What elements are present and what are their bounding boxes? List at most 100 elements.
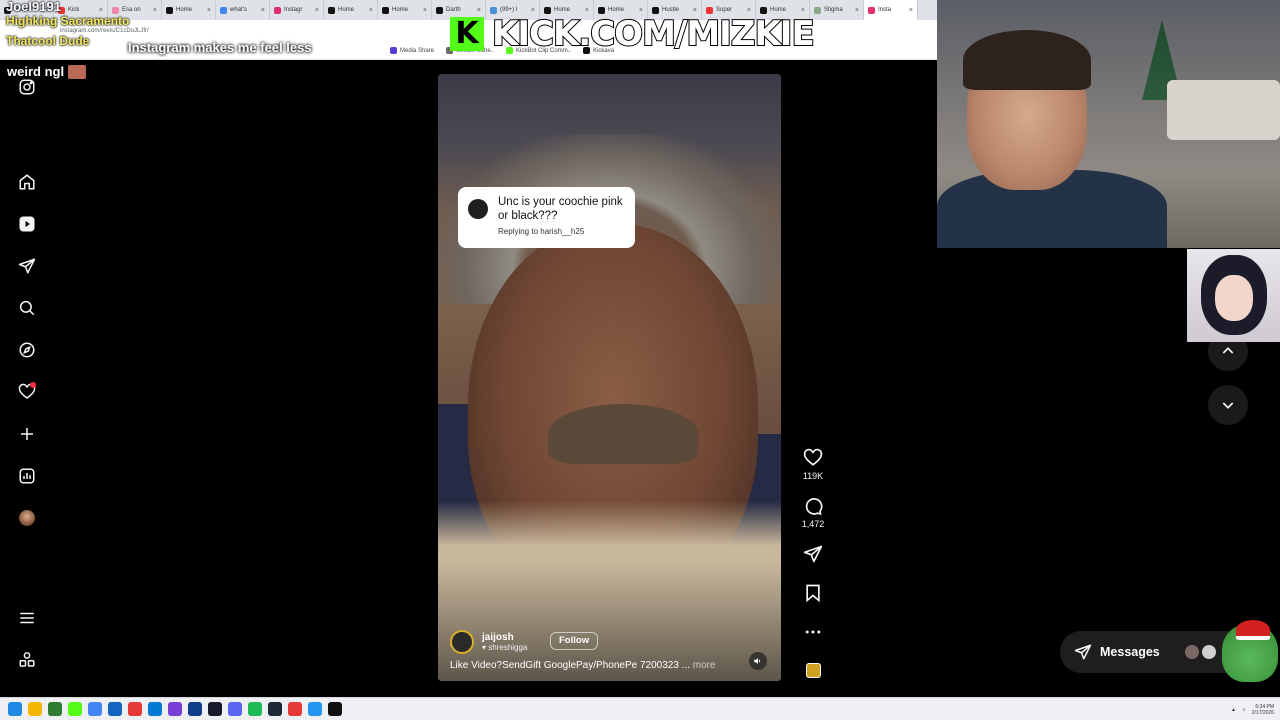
close-tab-icon[interactable]: ×	[801, 7, 805, 14]
browser-tab[interactable]: Home ×	[162, 0, 216, 20]
messages-label: Messages	[1100, 645, 1160, 659]
close-tab-icon[interactable]: ×	[315, 7, 319, 14]
more-icon[interactable]	[803, 622, 823, 642]
author-avatar[interactable]	[450, 630, 474, 654]
close-tab-icon[interactable]: ×	[477, 7, 481, 14]
close-tab-icon[interactable]: ×	[261, 7, 265, 14]
browser-tab[interactable]: Stigma ×	[810, 0, 864, 20]
close-tab-icon[interactable]: ×	[423, 7, 427, 14]
tab-favicon-icon	[652, 6, 659, 14]
kick-logo-icon: K	[450, 17, 484, 51]
video-frame-mustache	[548, 404, 698, 464]
browser-tab[interactable]: what's ×	[216, 0, 270, 20]
save-action[interactable]	[796, 583, 830, 603]
close-tab-icon[interactable]: ×	[369, 7, 373, 14]
next-reel-button[interactable]	[1208, 385, 1248, 425]
heart-icon[interactable]	[16, 381, 38, 403]
taskbar-app-icon[interactable]	[68, 702, 82, 716]
browser-tab[interactable]: Home ×	[324, 0, 378, 20]
tab-label: Instagr	[284, 7, 303, 13]
audio-thumbnail[interactable]	[806, 663, 821, 678]
home-icon[interactable]	[16, 171, 38, 193]
tab-favicon-icon	[166, 6, 173, 14]
send-icon[interactable]	[16, 255, 38, 277]
wifi-icon[interactable]: ▲	[1231, 707, 1236, 713]
taskbar-app-icon[interactable]	[128, 702, 142, 716]
follow-button[interactable]: Follow	[550, 632, 599, 650]
heart-icon[interactable]	[803, 448, 823, 468]
taskbar-app-icon[interactable]	[48, 702, 62, 716]
webcam-couch	[1167, 80, 1280, 140]
meta-apps-icon[interactable]	[16, 649, 38, 671]
bookmark-favicon-icon	[390, 47, 397, 54]
bookmark-icon[interactable]	[803, 583, 823, 603]
volume-icon[interactable]: ♫	[1242, 707, 1246, 713]
close-tab-icon[interactable]: ×	[585, 7, 589, 14]
taskbar-app-icon[interactable]	[328, 702, 342, 716]
share-action[interactable]	[796, 544, 830, 564]
screen: { "browser": { "tabs": [ {"label": "Home…	[0, 0, 1280, 720]
close-tab-icon[interactable]: ×	[153, 7, 157, 14]
comment-action[interactable]: 1,472	[796, 496, 830, 529]
explore-icon[interactable]	[16, 339, 38, 361]
reel-author[interactable]: jaijosh ▾ shreshigga	[450, 630, 527, 654]
close-tab-icon[interactable]: ×	[747, 7, 751, 14]
caption-text: Like Video?SendGift GooglePay/PhonePe 72…	[450, 660, 690, 671]
reply-avatar	[468, 199, 488, 219]
reply-subtext: Replying to harish__h25	[498, 227, 585, 236]
taskbar-app-icon[interactable]	[308, 702, 322, 716]
close-tab-icon[interactable]: ×	[207, 7, 211, 14]
close-tab-icon[interactable]: ×	[531, 7, 535, 14]
tab-label: Home	[554, 7, 571, 13]
mute-button[interactable]	[749, 652, 767, 670]
more-options[interactable]	[796, 622, 830, 642]
reel-caption[interactable]: Like Video?SendGift GooglePay/PhonePe 72…	[450, 660, 716, 671]
taskbar-app-icon[interactable]	[28, 702, 42, 716]
tab-label: Hustle	[662, 7, 680, 13]
reel-video[interactable]: Unc is your coochie pink or black??? Rep…	[438, 74, 781, 681]
audio-label[interactable]: ▾ shreshigga	[482, 643, 527, 652]
search-icon[interactable]	[16, 297, 38, 319]
bookmark-item[interactable]: Media Share	[390, 47, 434, 54]
message-avatar	[1201, 644, 1217, 660]
taskbar-app-icon[interactable]	[248, 702, 262, 716]
instagram-icon[interactable]	[16, 76, 38, 98]
create-icon[interactable]	[16, 423, 38, 445]
close-tab-icon[interactable]: ×	[909, 7, 913, 14]
tab-label: Darth	[446, 7, 461, 13]
taskbar-app-icon[interactable]	[268, 702, 282, 716]
like-action[interactable]: 119K	[796, 448, 830, 481]
taskbar-app-icon[interactable]	[288, 702, 302, 716]
dashboard-icon[interactable]	[16, 465, 38, 487]
browser-tab[interactable]: Home ×	[378, 0, 432, 20]
close-tab-icon[interactable]: ×	[855, 7, 859, 14]
taskbar-app-icon[interactable]	[8, 702, 22, 716]
chat-message-weird: weird ngl	[7, 64, 87, 79]
reels-icon[interactable]	[16, 213, 38, 235]
taskbar-app-icon[interactable]	[188, 702, 202, 716]
clock[interactable]: 6:34 PM 2/17/2026	[1252, 704, 1274, 716]
comment-icon[interactable]	[803, 496, 823, 516]
stream-chat-overlay: Joel9191 Highking Sacramento Thatcool Du…	[6, 0, 129, 48]
send-icon	[1074, 644, 1092, 660]
taskbar-app-icon[interactable]	[88, 702, 102, 716]
avatar	[19, 510, 35, 526]
browser-tab[interactable]: Instagr ×	[270, 0, 324, 20]
menu-icon[interactable]	[16, 607, 38, 629]
tab-label: (99+) I	[500, 7, 518, 13]
close-tab-icon[interactable]: ×	[639, 7, 643, 14]
author-username[interactable]: jaijosh	[482, 632, 527, 643]
browser-tab[interactable]: Insta ×	[864, 0, 918, 20]
taskbar-app-icon[interactable]	[208, 702, 222, 716]
profile-avatar[interactable]	[16, 507, 38, 529]
caption-more-link[interactable]: more	[693, 660, 716, 671]
send-icon[interactable]	[803, 544, 823, 564]
taskbar-app-icon[interactable]	[148, 702, 162, 716]
taskbar-app-icon[interactable]	[108, 702, 122, 716]
taskbar-app-icon[interactable]	[168, 702, 182, 716]
close-tab-icon[interactable]: ×	[693, 7, 697, 14]
chevron-down-icon	[1222, 402, 1234, 409]
tab-label: Super	[716, 7, 733, 13]
taskbar-app-icon[interactable]	[228, 702, 242, 716]
chevron-up-icon	[1222, 347, 1234, 354]
